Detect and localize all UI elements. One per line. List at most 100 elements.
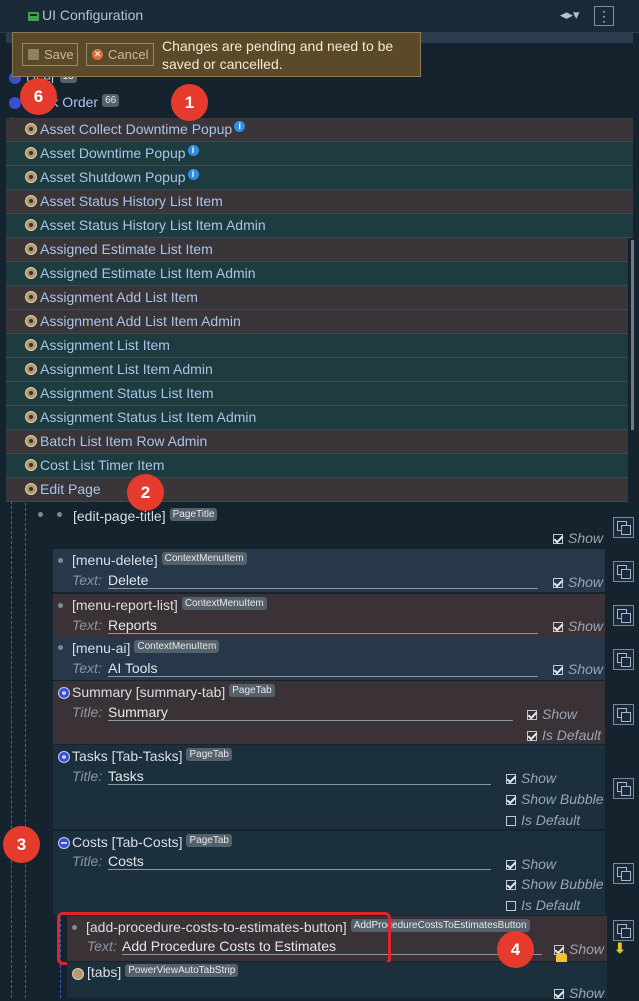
expand-icon[interactable]: [25, 387, 37, 399]
code-dropdown-icon[interactable]: ◂▸▾: [560, 7, 580, 23]
collapse-icon[interactable]: [72, 968, 84, 980]
save-button[interactable]: Save: [22, 43, 78, 66]
expand-icon[interactable]: [25, 339, 37, 351]
highlight-box: [57, 912, 391, 965]
collapse-icon[interactable]: [25, 483, 37, 495]
node-tasks-tab[interactable]: Tasks [Tab-Tasks] PageTab Title: Tasks Sh…: [53, 745, 605, 829]
node-menu-delete[interactable]: [menu-delete] ContextMenuItem Text: Delet…: [53, 549, 605, 592]
show-bubble-checkbox[interactable]: Show Bubble: [506, 791, 604, 807]
text-field[interactable]: Delete: [108, 572, 538, 589]
expand-icon[interactable]: [25, 315, 37, 327]
pending-changes-toast: Save ✕ Cancel Changes are pending and ne…: [12, 32, 421, 77]
tree-item[interactable]: Asset Collect Downtime Popup i: [6, 118, 633, 142]
move-down-icon[interactable]: ⬇: [614, 940, 626, 957]
text-field[interactable]: Costs: [108, 853, 491, 870]
checkbox-icon[interactable]: [506, 774, 516, 784]
node-summary-tab[interactable]: Summary [summary-tab] PageTab Title: Summ…: [53, 681, 605, 744]
tree-item[interactable]: Assignment List Item: [6, 334, 628, 358]
show-bubble-checkbox[interactable]: Show Bubble: [506, 876, 604, 892]
checkbox-icon[interactable]: [527, 731, 537, 741]
copy-button[interactable]: [613, 704, 634, 725]
checkbox-icon[interactable]: [506, 795, 516, 805]
checkbox-icon[interactable]: [506, 816, 516, 826]
tree-item[interactable]: Edit Page: [6, 478, 628, 502]
expand-icon[interactable]: [25, 435, 37, 447]
annotation-marker-6: 6: [20, 78, 57, 115]
expand-icon[interactable]: [25, 171, 37, 183]
checkbox-icon[interactable]: [553, 622, 563, 632]
tree-item[interactable]: Assignment Status List Item: [6, 382, 628, 406]
copy-button[interactable]: [613, 778, 634, 799]
node-costs-tab[interactable]: Costs [Tab-Costs] PageTab Title: Costs Sh…: [53, 831, 605, 915]
is-default-checkbox[interactable]: Is Default: [527, 727, 601, 743]
tree-item[interactable]: Assignment Status List Item Admin: [6, 406, 628, 430]
tree-item-label: Assignment List Item: [40, 337, 170, 353]
tree-item[interactable]: Assigned Estimate List Item: [6, 238, 628, 262]
tree-item-label: Batch List Item Row Admin: [40, 433, 207, 449]
tab-node-icon[interactable]: [58, 687, 70, 699]
expand-icon[interactable]: [25, 195, 37, 207]
tree-item[interactable]: Asset Status History List Item: [6, 190, 633, 214]
tree-item[interactable]: Assigned Estimate List Item Admin: [6, 262, 628, 286]
tree-item[interactable]: Cost List Timer Item: [6, 454, 628, 478]
expand-icon[interactable]: [25, 147, 37, 159]
checkbox-icon[interactable]: [553, 665, 563, 675]
tree-item[interactable]: Asset Shutdown Popup i: [6, 166, 633, 190]
tree-item[interactable]: Asset Status History List Item Admin: [6, 214, 633, 238]
checkbox-icon[interactable]: [506, 880, 516, 890]
expand-icon[interactable]: [25, 267, 37, 279]
expand-icon[interactable]: [25, 219, 37, 231]
copy-button[interactable]: [613, 561, 634, 582]
show-checkbox[interactable]: Show: [553, 618, 603, 634]
copy-button[interactable]: [613, 605, 634, 626]
expand-icon[interactable]: [25, 363, 37, 375]
expand-icon[interactable]: [25, 459, 37, 471]
show-checkbox[interactable]: Show: [554, 985, 604, 1001]
checkbox-icon[interactable]: [553, 578, 563, 588]
node-menu-ai[interactable]: [menu-ai] ContextMenuItem Text: AI Tools …: [53, 637, 605, 680]
show-checkbox[interactable]: Show: [553, 530, 603, 546]
vertical-scrollbar[interactable]: [631, 240, 634, 430]
checkbox-icon[interactable]: [506, 860, 516, 870]
more-options-button[interactable]: ⋮: [594, 6, 614, 26]
show-checkbox[interactable]: Show: [553, 574, 603, 590]
node-menu-report-list[interactable]: [menu-report-list] ContextMenuItem Text: …: [53, 594, 605, 637]
text-field[interactable]: Summary: [108, 704, 513, 721]
info-icon[interactable]: i: [187, 145, 199, 156]
expand-icon[interactable]: [25, 123, 37, 135]
tab-node-icon[interactable]: [58, 751, 70, 763]
cancel-icon: ✕: [92, 49, 103, 60]
is-default-checkbox[interactable]: Is Default: [506, 812, 580, 828]
checkbox-icon[interactable]: [553, 534, 563, 544]
tree-item[interactable]: Asset Downtime Popup i: [6, 142, 633, 166]
checkbox-icon[interactable]: [527, 710, 537, 720]
title-bar: UI Configuration ◂▸▾ ⋮: [0, 0, 639, 33]
show-checkbox[interactable]: Show: [527, 706, 577, 722]
tree-item[interactable]: Assignment Add List Item Admin: [6, 310, 628, 334]
copy-button[interactable]: [613, 863, 634, 884]
show-checkbox[interactable]: Show: [506, 856, 556, 872]
text-field[interactable]: AI Tools: [108, 660, 538, 677]
checkbox-icon[interactable]: [506, 901, 516, 911]
text-field[interactable]: Tasks: [108, 768, 491, 785]
cancel-button[interactable]: ✕ Cancel: [86, 43, 154, 66]
show-checkbox[interactable]: Show: [506, 770, 556, 786]
tree-item[interactable]: Assignment List Item Admin: [6, 358, 628, 382]
expand-icon[interactable]: [25, 291, 37, 303]
collapse-icon[interactable]: [58, 837, 70, 849]
copy-button[interactable]: [613, 649, 634, 670]
node-tabs[interactable]: [tabs] PowerViewAutoTabStrip Show: [67, 962, 607, 1001]
tree-item-text: Assigned Estimate List Item: [40, 241, 213, 257]
info-icon[interactable]: i: [187, 169, 199, 180]
expand-icon[interactable]: [25, 243, 37, 255]
copy-button[interactable]: [613, 517, 634, 538]
expand-icon[interactable]: [25, 411, 37, 423]
is-default-checkbox[interactable]: Is Default: [506, 897, 580, 913]
text-field[interactable]: Reports: [108, 617, 538, 634]
copy-button[interactable]: [613, 920, 634, 941]
node-name: Costs [Tab-Costs]: [72, 834, 183, 850]
show-checkbox[interactable]: Show: [553, 661, 603, 677]
tree-item[interactable]: Assignment Add List Item: [6, 286, 628, 310]
info-icon[interactable]: i: [234, 121, 246, 132]
tree-item[interactable]: Batch List Item Row Admin: [6, 430, 628, 454]
